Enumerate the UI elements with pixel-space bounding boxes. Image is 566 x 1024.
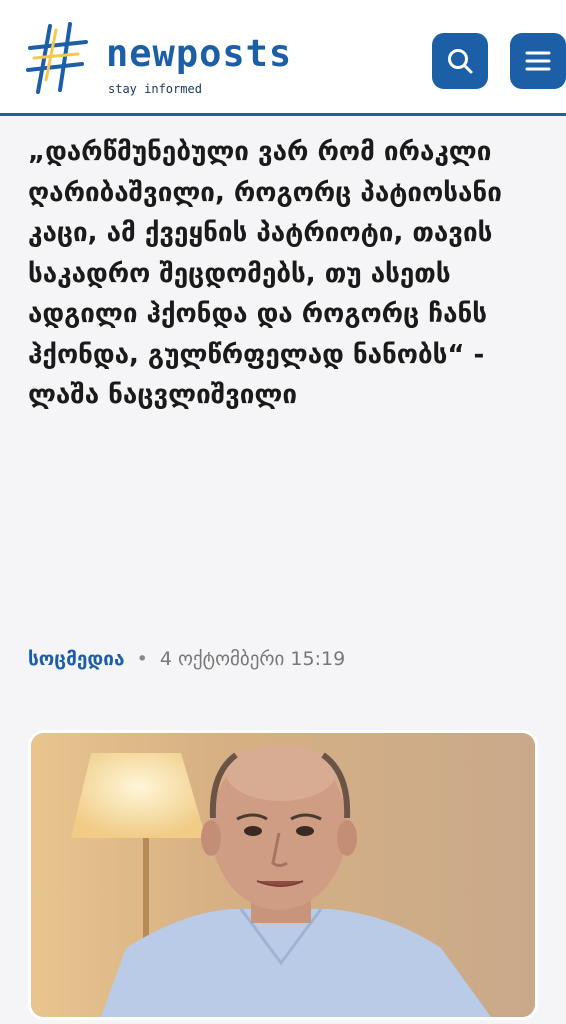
logo-tagline: stay informed xyxy=(108,82,202,96)
article-date: 4 ოქტომბერი 15:19 xyxy=(159,648,346,670)
article-meta: სოცმედია • 4 ოქტომბერი 15:19 xyxy=(28,648,345,670)
site-header: newposts stay informed xyxy=(0,0,566,116)
menu-button[interactable] xyxy=(510,33,566,89)
article-source-link[interactable]: სოცმედია xyxy=(28,648,125,670)
hash-logo-icon xyxy=(26,22,88,94)
search-icon xyxy=(448,49,473,74)
search-button[interactable] xyxy=(432,33,488,89)
logo-wordmark: newposts xyxy=(106,32,293,75)
hamburger-menu-icon xyxy=(525,51,551,71)
article-image[interactable] xyxy=(28,730,538,1020)
article-photo-illustration xyxy=(31,733,535,1017)
site-logo[interactable]: newposts stay informed xyxy=(26,20,316,100)
meta-separator: • xyxy=(136,648,148,670)
article-headline: „დარწმუნებული ვარ რომ ირაკლი ღარიბაშვილი… xyxy=(28,137,502,410)
